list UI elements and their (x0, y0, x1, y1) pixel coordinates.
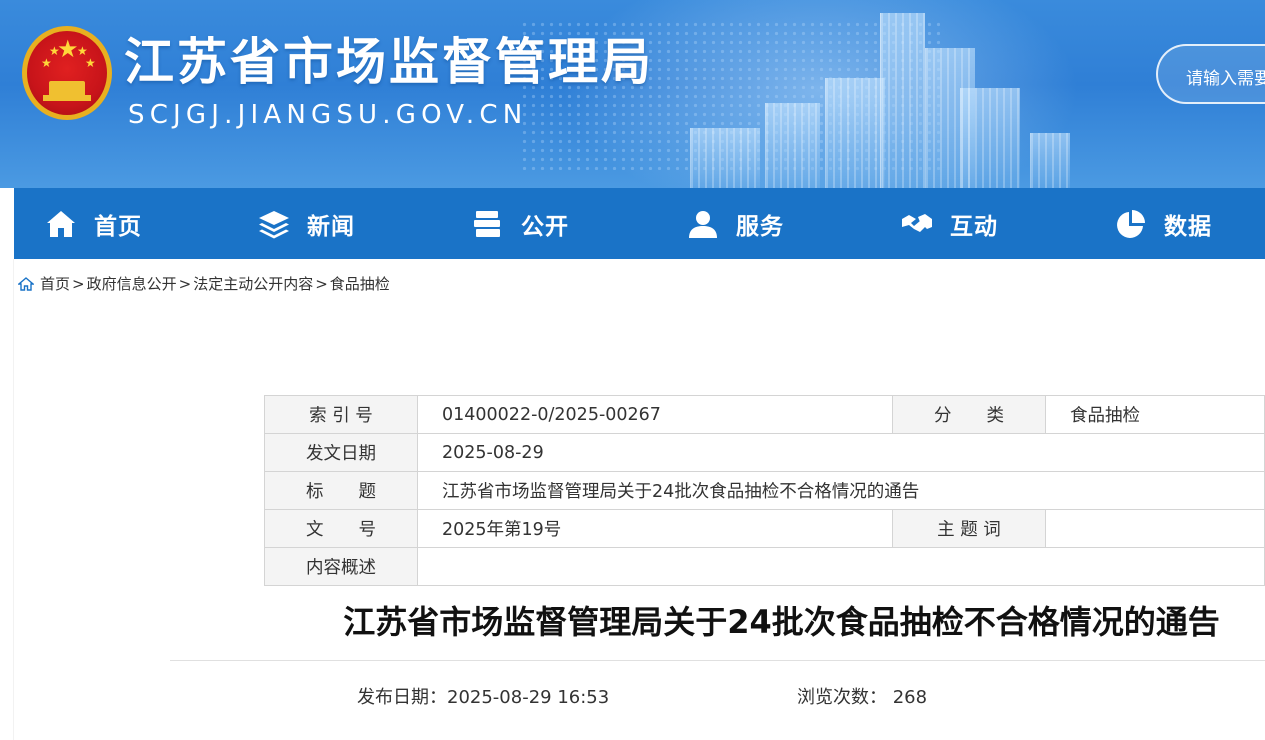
title-label: 标 题 (264, 471, 418, 510)
breadcrumb-item-home[interactable]: 首页 (40, 273, 70, 294)
breadcrumb-item-food-inspection[interactable]: 食品抽检 (330, 273, 390, 294)
layers-icon (259, 210, 289, 238)
breadcrumb-item-gov-info[interactable]: 政府信息公开 (87, 273, 177, 294)
publish-date-label: 发布日期： (357, 687, 447, 708)
document-info-table: 索 引 号 01400022-0/2025-00267 分 类 食品抽检 发文日… (264, 395, 1265, 586)
table-row: 文 号 2025年第19号 主 题 词 (264, 509, 1265, 548)
nav-item-label: 互动 (950, 213, 998, 240)
breadcrumb: 首页 > 政府信息公开 > 法定主动公开内容 > 食品抽检 (18, 273, 390, 294)
left-rail (0, 259, 14, 740)
handshake-icon (902, 213, 932, 232)
skyline-building (765, 103, 820, 188)
summary-label: 内容概述 (264, 547, 418, 586)
site-domain: SCJGJ.JIANGSU.GOV.CN (128, 100, 528, 130)
table-row: 发文日期 2025-08-29 (264, 433, 1265, 472)
nav-item-label: 首页 (94, 213, 142, 240)
view-count-value: 268 (892, 687, 928, 708)
search-input[interactable]: 请输入需要 (1156, 44, 1265, 104)
keywords-value (1045, 509, 1265, 548)
nav-item-label: 新闻 (307, 213, 355, 240)
publish-date-value: 2025-08-29 16:53 (447, 687, 610, 708)
nav-item-news[interactable]: 新闻 (257, 188, 355, 259)
view-count-label: 浏览次数： (797, 687, 887, 708)
keywords-label: 主 题 词 (892, 509, 1046, 548)
category-value: 食品抽检 (1045, 395, 1265, 434)
nav-item-public[interactable]: 公开 (471, 188, 569, 259)
date-label: 发文日期 (264, 433, 418, 472)
summary-value (417, 547, 1265, 586)
table-row: 标 题 江苏省市场监督管理局关于24批次食品抽检不合格情况的通告 (264, 471, 1265, 510)
site-title: 江苏省市场监督管理局 (124, 33, 654, 91)
table-row: 索 引 号 01400022-0/2025-00267 分 类 食品抽检 (264, 395, 1265, 434)
site-header: ★ ★ ★ ★ ★ 江苏省市场监督管理局 SCJGJ.JIANGSU.GOV.C… (0, 0, 1265, 188)
index-value: 01400022-0/2025-00267 (417, 395, 893, 434)
article-title: 江苏省市场监督管理局关于24批次食品抽检不合格情况的通告 (343, 603, 1220, 641)
view-count: 浏览次数： 268 (797, 683, 927, 709)
skyline-building (690, 128, 760, 188)
pie-chart-icon (1117, 209, 1145, 238)
skyline-building (1030, 133, 1070, 188)
date-value: 2025-08-29 (417, 433, 1265, 472)
nav-item-data[interactable]: 数据 (1114, 188, 1212, 259)
breadcrumb-separator: > (315, 274, 328, 293)
breadcrumb-item-mandatory[interactable]: 法定主动公开内容 (193, 273, 313, 294)
divider (170, 660, 1265, 661)
docno-value: 2025年第19号 (417, 509, 893, 548)
user-icon (689, 210, 717, 238)
search-placeholder: 请输入需要 (1186, 69, 1265, 89)
breadcrumb-separator: > (178, 274, 192, 293)
nav-item-home[interactable]: 首页 (44, 188, 142, 259)
skyline-building (825, 78, 885, 188)
home-icon (18, 276, 34, 291)
index-label: 索 引 号 (264, 395, 418, 434)
nav-item-service[interactable]: 服务 (686, 188, 784, 259)
main-nav: 首页 新闻 公开 服务 互动 数据 (14, 188, 1265, 259)
breadcrumb-separator: > (72, 274, 85, 293)
nav-item-interact[interactable]: 互动 (900, 188, 998, 259)
nav-item-label: 数据 (1164, 213, 1212, 240)
document-stack-icon (474, 210, 500, 237)
nav-item-label: 服务 (736, 213, 784, 240)
home-icon (47, 210, 75, 237)
publish-date: 发布日期：2025-08-29 16:53 (357, 683, 609, 709)
skyline-building (880, 13, 925, 188)
title-value: 江苏省市场监督管理局关于24批次食品抽检不合格情况的通告 (417, 471, 1265, 510)
nav-item-label: 公开 (521, 213, 569, 240)
skyline-building (960, 88, 1020, 188)
table-row: 内容概述 (264, 547, 1265, 586)
category-label: 分 类 (892, 395, 1046, 434)
national-emblem-icon: ★ ★ ★ ★ ★ (22, 26, 112, 120)
docno-label: 文 号 (264, 509, 418, 548)
